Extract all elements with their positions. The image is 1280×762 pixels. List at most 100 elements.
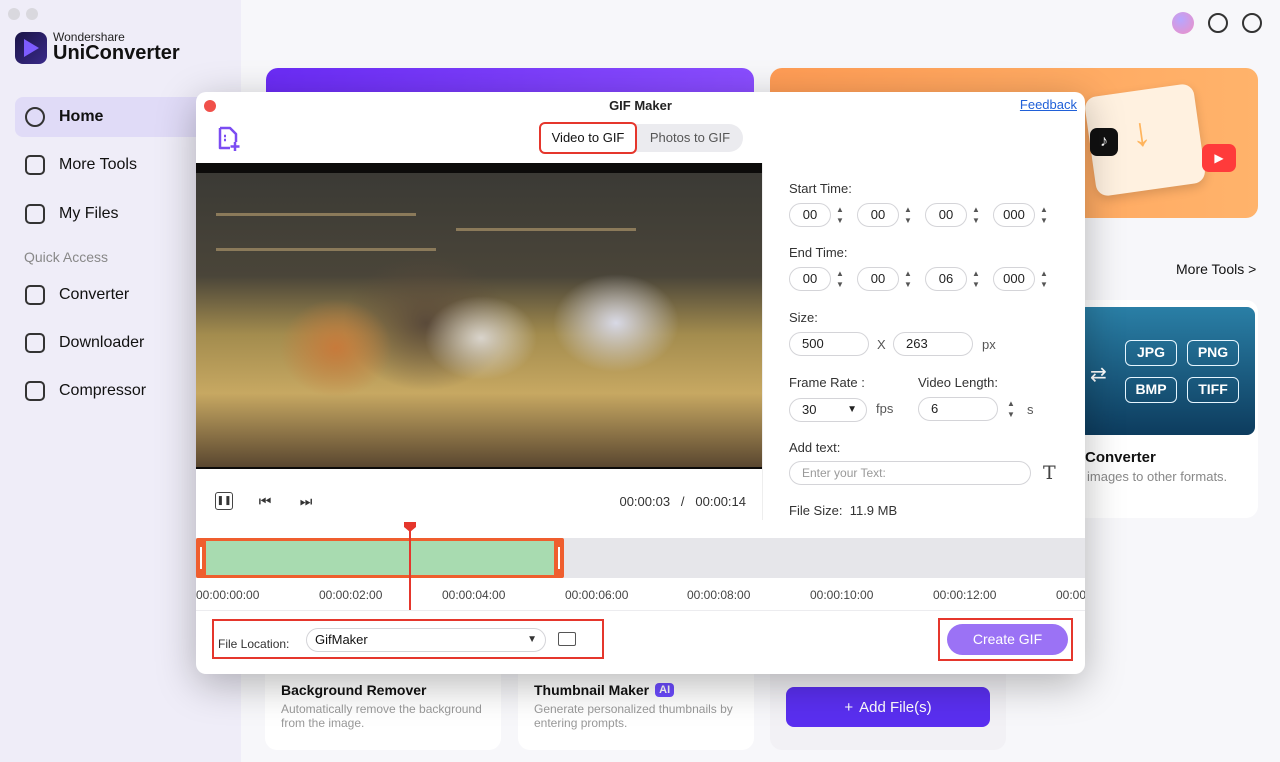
more-tools-link[interactable]: More Tools > [1176, 261, 1256, 277]
playhead[interactable] [409, 523, 411, 611]
sidebar-item-label: My Files [59, 205, 119, 222]
plus-icon: + [844, 698, 854, 716]
start-hours-input[interactable]: 00 [789, 203, 831, 227]
image-converter-desc: images to other formats. [1087, 469, 1228, 484]
timeline-tick-label: 00:00:02:00 [319, 588, 383, 602]
sidebar-item-label: Home [59, 108, 104, 125]
divider [196, 610, 1085, 611]
chevron-down-icon: ▼ [847, 404, 857, 415]
spinner-arrows-icon[interactable]: ▲ ▼ [903, 268, 913, 290]
end-minutes-input[interactable]: 00 [857, 267, 899, 291]
spinner-arrows-icon[interactable]: ▲ ▼ [835, 268, 845, 290]
start-ms-input[interactable]: 000 [993, 203, 1035, 227]
file-size-value: 11.9 MB [849, 503, 898, 518]
file-location-label: File Location: [218, 637, 290, 651]
file-location-select[interactable]: GifMaker ▼ [306, 628, 546, 652]
seconds-unit: s [1027, 402, 1034, 417]
files-icon [25, 204, 45, 224]
add-file-icon[interactable] [216, 126, 242, 152]
gif-maker-dialog: GIF Maker Feedback Video to GIF Photos t… [196, 92, 1085, 674]
sidebar-item-label: More Tools [59, 156, 137, 173]
feedback-link[interactable]: Feedback [1020, 97, 1077, 112]
width-input[interactable]: 500 [789, 332, 869, 356]
next-frame-icon[interactable]: ⏭ [297, 492, 315, 510]
file-size-readout: File Size: 11.9 MB [789, 503, 897, 518]
timeline-tick-label: 00:00:14:00 [1056, 588, 1085, 602]
spinner-arrows-icon[interactable]: ▲ ▼ [971, 268, 981, 290]
spinner-arrows-icon[interactable]: ▲ ▼ [971, 204, 981, 226]
spinner-arrows-icon[interactable]: ▲ ▼ [903, 204, 913, 226]
shelf-decor [456, 228, 636, 231]
tiktok-icon: ♪ [1090, 128, 1118, 156]
ai-badge: AI [655, 683, 675, 697]
minimize-window-button[interactable] [26, 8, 38, 20]
text-style-icon[interactable]: T [1043, 462, 1056, 484]
card-title: Background Remover [281, 682, 427, 698]
spinner-arrows-icon[interactable]: ▲ ▼ [1039, 204, 1049, 226]
timeline-selection[interactable] [196, 538, 564, 578]
file-location-group: File Location: GifMaker ▼ [212, 619, 604, 659]
add-text-label: Add text: [789, 440, 841, 455]
timeline-track[interactable] [196, 538, 1085, 578]
timeline-tick-label: 00:00:12:00 [933, 588, 997, 602]
toolbox-icon [25, 155, 45, 175]
end-ms-input[interactable]: 000 [993, 267, 1035, 291]
avatar[interactable] [1172, 12, 1194, 34]
start-minutes-input[interactable]: 00 [857, 203, 899, 227]
previous-frame-icon[interactable]: ⏮ [256, 492, 274, 510]
compressor-icon [25, 381, 45, 401]
total-time: 00:00:14 [695, 494, 746, 509]
player-controls: ❚❚ ⏮ ⏭ 00:00:03 / 00:00:14 [196, 484, 762, 520]
file-location-value: GifMaker [315, 632, 368, 647]
format-badge: BMP [1125, 377, 1177, 403]
card-desc: Generate personalized thumbnails by ente… [534, 702, 733, 730]
spinner-arrows-icon[interactable]: ▲ ▼ [1039, 268, 1049, 290]
timeline-tick-label: 00:00:00:00 [196, 588, 260, 602]
spinner-arrows-icon[interactable]: ▲ ▼ [835, 204, 845, 226]
folder-icon[interactable] [558, 632, 576, 646]
tab-video-to-gif[interactable]: Video to GIF [541, 124, 635, 152]
file-size-label: File Size: [789, 503, 843, 518]
timeline-tick-label: 00:00:08:00 [687, 588, 751, 602]
quick-access-heading: Quick Access [24, 249, 109, 265]
top-right-toolbar [1172, 12, 1262, 34]
message-icon[interactable] [1208, 13, 1228, 33]
converter-icon [25, 285, 45, 305]
time-separator: / [680, 494, 685, 509]
size-label: Size: [789, 310, 818, 325]
app-logo: Wondershare UniConverter [15, 31, 180, 64]
support-headset-icon[interactable] [1242, 13, 1262, 33]
sidebar-item-label: Compressor [59, 382, 147, 399]
format-badge: TIFF [1187, 377, 1239, 403]
end-time-label: End Time: [789, 245, 848, 260]
add-text-input[interactable]: Enter your Text: [789, 461, 1031, 485]
card-title-row: Thumbnail Maker AI [534, 682, 738, 698]
close-window-button[interactable] [8, 8, 20, 20]
spinner-arrows-icon[interactable]: ▲ ▼ [1006, 398, 1016, 420]
video-length-input[interactable]: 6 [918, 397, 998, 421]
card-title: Thumbnail Maker [534, 682, 650, 698]
video-frame [196, 173, 762, 467]
tab-photos-to-gif[interactable]: Photos to GIF [637, 124, 743, 152]
format-badge: PNG [1187, 340, 1239, 366]
gif-settings-panel: Start Time: 00 ▲ ▼ 00 ▲ ▼ 00 ▲ ▼ 000 ▲ ▼ End… [762, 163, 1085, 520]
height-input[interactable]: 263 [893, 332, 973, 356]
pause-icon[interactable]: ❚❚ [215, 492, 233, 510]
size-separator: X [877, 337, 886, 352]
youtube-icon: ▶ [1202, 144, 1236, 172]
brand-big: UniConverter [53, 42, 180, 64]
add-files-button[interactable]: + Add File(s) [786, 687, 990, 727]
shelf-decor [216, 248, 436, 251]
size-unit: px [982, 337, 996, 352]
end-seconds-input[interactable]: 06 [925, 267, 967, 291]
downloader-icon [25, 333, 45, 353]
end-hours-input[interactable]: 00 [789, 267, 831, 291]
frame-rate-value: 30 [802, 402, 817, 417]
create-gif-button[interactable]: Create GIF [947, 624, 1068, 655]
frame-rate-select[interactable]: 30 ▼ [789, 398, 867, 422]
video-preview[interactable] [196, 163, 762, 469]
image-converter-title: Converter [1085, 449, 1156, 466]
add-files-label: Add File(s) [859, 698, 932, 716]
start-seconds-input[interactable]: 00 [925, 203, 967, 227]
timeline-tick-label: 00:00:10:00 [810, 588, 874, 602]
